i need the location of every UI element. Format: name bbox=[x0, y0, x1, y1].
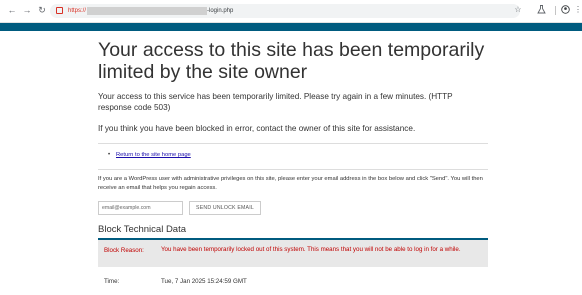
contact-owner-message: If you think you have been blocked in er… bbox=[98, 124, 416, 133]
profile-icon-shape bbox=[560, 5, 570, 14]
menu-icon[interactable]: ⋮ bbox=[574, 5, 582, 15]
technical-data-heading: Block Technical Data bbox=[98, 224, 187, 235]
block-reason-row: Block Reason: You have been temporarily … bbox=[98, 240, 488, 267]
admin-unlock-instructions: If you are a WordPress user with adminis… bbox=[98, 176, 483, 191]
url-path: -login.php bbox=[207, 8, 234, 14]
extensions-icon[interactable] bbox=[536, 5, 546, 15]
site-accent-bar bbox=[0, 23, 582, 31]
url-redacted-block bbox=[87, 7, 207, 15]
block-reason-value: You have been temporarily locked out of … bbox=[161, 246, 461, 253]
send-unlock-email-button[interactable]: SEND UNLOCK EMAIL bbox=[189, 201, 261, 215]
return-home-link[interactable]: Return to the site home page bbox=[116, 151, 191, 159]
time-label: Time: bbox=[104, 278, 120, 285]
browser-toolbar: ← → ↻ https:// -login.php ☆ ⋮ bbox=[0, 0, 582, 23]
forward-arrow-icon[interactable]: → bbox=[21, 4, 33, 16]
flask-icon-shape bbox=[536, 5, 546, 14]
address-bar[interactable]: https:// -login.php bbox=[50, 4, 520, 18]
not-secure-icon[interactable] bbox=[56, 7, 63, 14]
email-input[interactable] bbox=[98, 201, 183, 215]
block-reason-label: Block Reason: bbox=[104, 247, 144, 254]
divider bbox=[98, 143, 488, 144]
time-value: Tue, 7 Jan 2025 15:24:59 GMT bbox=[161, 278, 247, 285]
toolbar-separator bbox=[555, 6, 556, 15]
bullet: • bbox=[108, 152, 111, 158]
profile-icon[interactable] bbox=[560, 5, 570, 15]
back-arrow-icon[interactable]: ← bbox=[6, 4, 18, 16]
divider bbox=[98, 169, 488, 170]
access-limited-message: Your access to this service has been tem… bbox=[98, 92, 453, 112]
reload-icon[interactable]: ↻ bbox=[36, 4, 48, 16]
page-title: Your access to this site has been tempor… bbox=[98, 39, 485, 83]
url-scheme: https:// bbox=[68, 8, 87, 14]
star-icon[interactable]: ☆ bbox=[513, 5, 523, 15]
block-page: Your access to this site has been tempor… bbox=[98, 31, 488, 295]
